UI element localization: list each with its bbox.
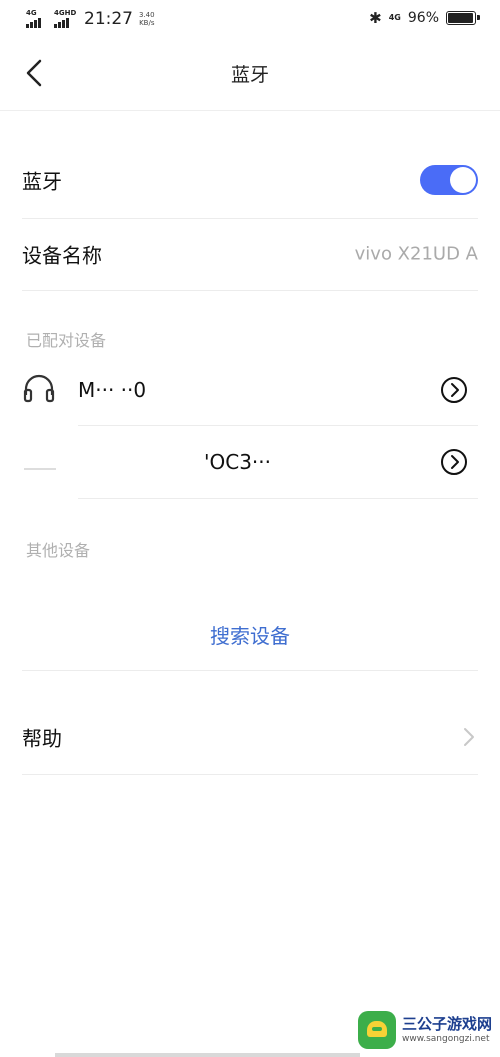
home-indicator (55, 1053, 360, 1057)
help-label: 帮助 (22, 726, 62, 751)
battery-fill (448, 13, 473, 23)
bluetooth-status-icon: ✱ (369, 9, 382, 27)
sim2-network-label: 4GHD (54, 9, 77, 17)
status-right: ✱ 4G 96% (369, 9, 480, 27)
device-name-row[interactable]: 设备名称 vivo X21UD A (22, 218, 478, 290)
battery-icon (446, 11, 480, 25)
mini-network-label: 4G (388, 13, 401, 22)
toggle-knob (450, 167, 476, 193)
status-bar: 4G 4GHD 21:27 3.40 KB/s ✱ 4G 96% (0, 0, 500, 38)
network-speed: 3.40 KB/s (139, 11, 155, 27)
network-speed-value: 3.40 (139, 11, 155, 19)
device-type-icon (24, 467, 56, 470)
paired-device-row[interactable]: M··· ··0 (22, 355, 478, 425)
watermark: 三公子游戏网 www.sangongzi.net (357, 1011, 492, 1049)
chevron-right-icon (462, 726, 476, 748)
header: 蓝牙 (0, 38, 500, 111)
divider (22, 774, 478, 775)
status-left: 4G 4GHD 21:27 3.40 KB/s (26, 9, 155, 29)
status-time: 21:27 (84, 9, 133, 29)
watermark-title: 三公子游戏网 (401, 1015, 492, 1033)
sim1-network-label: 4G (26, 9, 37, 17)
device-details-icon[interactable] (440, 448, 468, 476)
other-devices-section-label: 其他设备 (26, 541, 91, 560)
help-row[interactable]: 帮助 (22, 700, 478, 774)
paired-device-name: 'OC3··· (204, 450, 272, 474)
paired-device-row[interactable]: 'OC3··· (22, 426, 478, 498)
sim2-signal-icon: 4GHD (54, 10, 76, 28)
divider (22, 290, 478, 291)
bluetooth-label: 蓝牙 (22, 169, 62, 194)
device-name-value: vivo X21UD A (354, 243, 478, 265)
battery-percent: 96% (407, 10, 439, 26)
watermark-logo-icon (357, 1011, 396, 1049)
sim1-signal-icon: 4G (26, 10, 48, 28)
bluetooth-row: 蓝牙 (22, 142, 478, 218)
watermark-url: www.sangongzi.net (401, 1034, 490, 1044)
page-title: 蓝牙 (230, 64, 269, 86)
device-details-icon[interactable] (440, 376, 468, 404)
network-speed-unit: KB/s (139, 19, 155, 27)
divider (22, 670, 478, 671)
search-devices-button[interactable]: 搜索设备 (0, 620, 500, 649)
paired-devices-section-label: 已配对设备 (26, 331, 107, 350)
headphones-icon (22, 373, 56, 407)
device-name-label: 设备名称 (22, 243, 102, 268)
bluetooth-toggle[interactable] (420, 165, 478, 195)
divider (78, 498, 478, 499)
paired-device-name: M··· ··0 (78, 378, 147, 402)
